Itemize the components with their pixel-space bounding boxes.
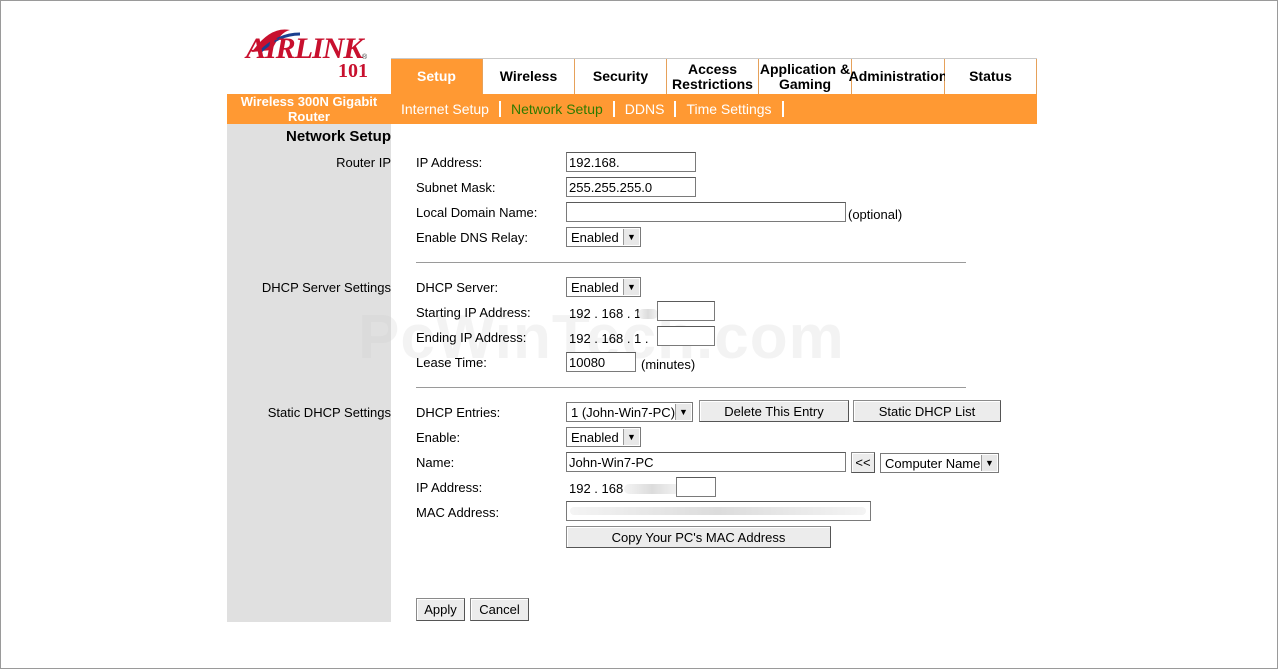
- dhcp-server-select[interactable]: Enabled ▼: [566, 277, 641, 297]
- subnav-time-settings[interactable]: Time Settings: [676, 101, 784, 117]
- lease-time-label: Lease Time:: [416, 355, 487, 370]
- subnav-ddns[interactable]: DDNS: [615, 101, 677, 117]
- subnav-network-setup[interactable]: Network Setup: [501, 101, 615, 117]
- starting-ip-last-octet-input[interactable]: [657, 301, 715, 321]
- name-source-value: Computer Name: [885, 455, 981, 471]
- chevron-down-icon: ▼: [623, 429, 639, 445]
- dhcp-entries-select[interactable]: 1 (John-Win7-PC) ▼: [566, 402, 693, 422]
- tab-setup[interactable]: Setup: [391, 59, 483, 95]
- name-label: Name:: [416, 455, 455, 470]
- enable-select[interactable]: Enabled ▼: [566, 427, 641, 447]
- mac-address-label: MAC Address:: [416, 505, 500, 520]
- divider: [416, 387, 966, 388]
- dhcp-section-label: DHCP Server Settings: [261, 280, 391, 295]
- dns-relay-select[interactable]: Enabled ▼: [566, 227, 641, 247]
- tab-administration[interactable]: Administration: [849, 59, 947, 95]
- redacted-area: [624, 484, 680, 494]
- tab-application-gaming[interactable]: Application & Gaming: [759, 59, 852, 95]
- static-ip-prefix: 192 . 168 .: [569, 481, 631, 496]
- ip-address-label: IP Address:: [416, 155, 483, 170]
- lease-time-unit: (minutes): [641, 357, 696, 372]
- cancel-button[interactable]: Cancel: [470, 598, 529, 621]
- lease-time-input[interactable]: [566, 352, 636, 372]
- chevron-down-icon: ▼: [981, 455, 997, 471]
- static-dhcp-section-label: Static DHCP Settings: [267, 405, 391, 420]
- tab-security[interactable]: Security: [575, 59, 667, 95]
- dhcp-server-value: Enabled: [571, 279, 619, 295]
- redacted-area: [570, 507, 866, 515]
- dns-relay-value: Enabled: [571, 229, 619, 245]
- name-source-select[interactable]: Computer Name ▼: [880, 453, 999, 473]
- tab-wireless[interactable]: Wireless: [483, 59, 575, 95]
- copy-mac-button[interactable]: Copy Your PC's MAC Address: [566, 526, 831, 548]
- chevron-down-icon: ▼: [623, 229, 639, 245]
- page-title: Network Setup: [285, 128, 391, 145]
- airlink-logo: AIRLINK ® 101: [246, 24, 376, 88]
- subnet-mask-input[interactable]: [566, 177, 696, 197]
- local-domain-input[interactable]: [566, 202, 846, 222]
- ending-ip-label: Ending IP Address:: [416, 330, 527, 345]
- subnet-mask-label: Subnet Mask:: [416, 180, 496, 195]
- dhcp-entries-value: 1 (John-Win7-PC): [571, 404, 676, 420]
- router-ip-section-label: Router IP: [336, 155, 391, 170]
- left-sidebar: [227, 124, 391, 622]
- ending-ip-last-octet-input[interactable]: [657, 326, 715, 346]
- dns-relay-label: Enable DNS Relay:: [416, 230, 528, 245]
- dhcp-server-label: DHCP Server:: [416, 280, 499, 295]
- chevron-down-icon: ▼: [623, 279, 639, 295]
- tab-access-restrictions[interactable]: Access Restrictions: [667, 59, 759, 95]
- starting-ip-prefix: 192 . 168 . 1 .: [569, 306, 649, 321]
- static-ip-label: IP Address:: [416, 480, 483, 495]
- divider: [416, 262, 966, 263]
- client-name-input[interactable]: [566, 452, 846, 472]
- local-domain-label: Local Domain Name:: [416, 205, 538, 220]
- apply-button[interactable]: Apply: [416, 598, 465, 621]
- router-ip-input[interactable]: [566, 152, 696, 172]
- delete-entry-button[interactable]: Delete This Entry: [699, 400, 849, 422]
- starting-ip-label: Starting IP Address:: [416, 305, 531, 320]
- enable-label: Enable:: [416, 430, 461, 445]
- static-dhcp-list-button[interactable]: Static DHCP List: [853, 400, 1001, 422]
- chevron-down-icon: ▼: [675, 404, 691, 420]
- tab-status[interactable]: Status: [945, 59, 1037, 95]
- optional-hint: (optional): [848, 207, 903, 222]
- static-ip-last-octet-input[interactable]: [676, 477, 716, 497]
- sub-navigation: Internet Setup Network Setup DDNS Time S…: [391, 94, 1037, 124]
- product-name: Wireless 300N Gigabit Router: [227, 94, 391, 124]
- main-tabs: Setup Wireless Security Access Restricti…: [391, 58, 1037, 95]
- redacted-area: [638, 309, 658, 319]
- subnav-internet-setup[interactable]: Internet Setup: [391, 101, 501, 117]
- dhcp-entries-label: DHCP Entries:: [416, 405, 501, 420]
- copy-name-button[interactable]: <<: [851, 452, 875, 473]
- enable-value: Enabled: [571, 429, 619, 445]
- logo-101: 101: [338, 60, 368, 82]
- ending-ip-prefix: 192 . 168 . 1 .: [569, 331, 649, 346]
